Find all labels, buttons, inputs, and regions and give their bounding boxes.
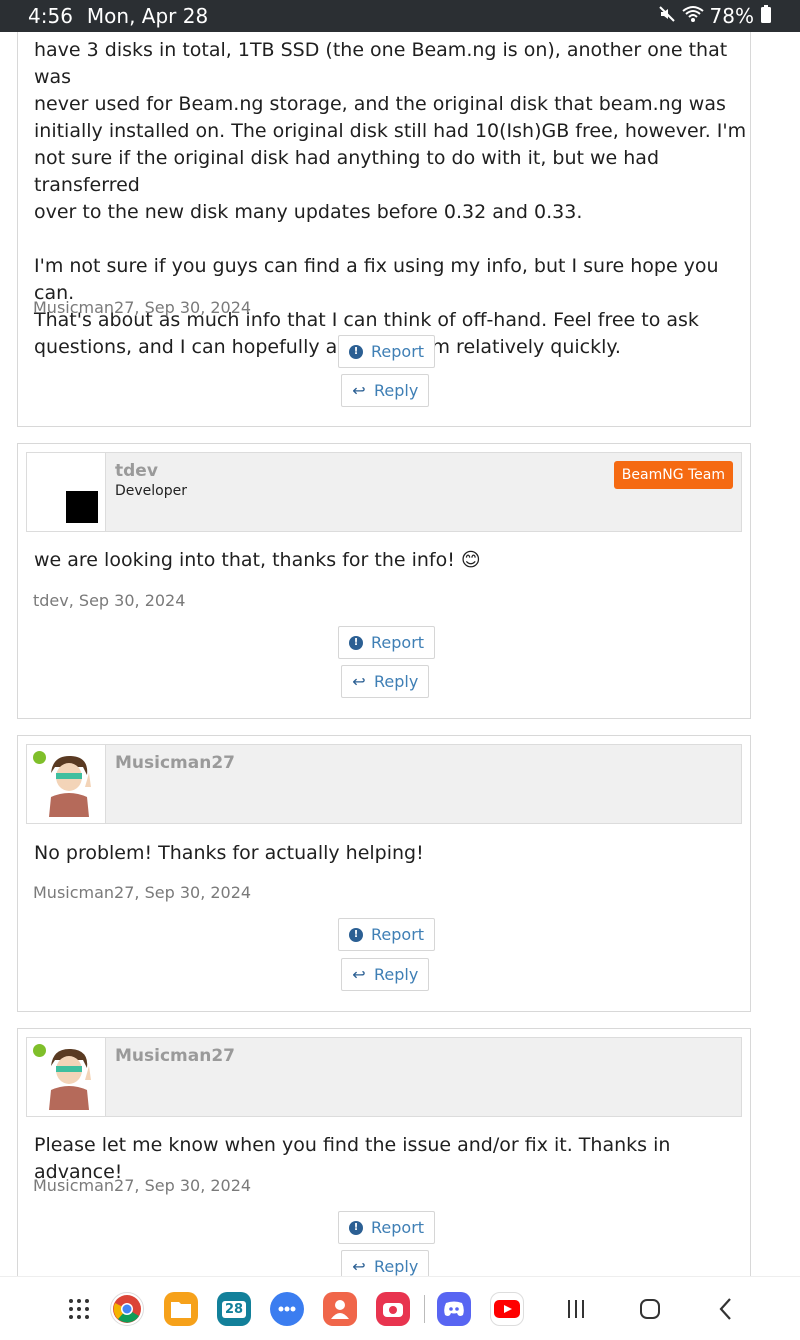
body-line: initially installed on. The original dis…: [34, 120, 747, 142]
post-body: we are looking into that, thanks for the…: [34, 549, 481, 571]
date: Mon, Apr 28: [86, 4, 209, 28]
navigation-bar: 28: [0, 1276, 800, 1340]
team-badge: BeamNG Team: [613, 461, 733, 489]
battery-percent: 78%: [709, 4, 754, 28]
recent-apps-icon[interactable]: [560, 1293, 592, 1325]
report-button[interactable]: ! Report: [338, 335, 436, 368]
reply-icon: ↩: [352, 1257, 366, 1276]
dock-divider: [424, 1295, 425, 1323]
wifi-icon: [681, 4, 704, 28]
post-meta[interactable]: tdev, Sep 30, 2024: [33, 591, 185, 610]
report-button[interactable]: ! Report: [338, 918, 436, 951]
reply-button[interactable]: ↩ Reply: [341, 1250, 430, 1276]
username[interactable]: Musicman27: [115, 1046, 235, 1066]
alert-icon: !: [349, 927, 363, 942]
calendar-day: 28: [221, 1300, 247, 1318]
post-body: No problem! Thanks for actually helping!: [34, 842, 424, 864]
calendar-icon[interactable]: 28: [217, 1292, 251, 1326]
body-line: never used for Beam.ng storage, and the …: [34, 93, 726, 115]
files-icon[interactable]: [164, 1292, 198, 1326]
report-label: Report: [371, 342, 425, 361]
avatar-image: [49, 755, 91, 817]
post-2: tdev Developer BeamNG Team we are lookin…: [17, 443, 751, 719]
body-line: over to the new disk many updates before…: [34, 201, 583, 223]
battery-icon: [760, 4, 772, 28]
reply-label: Reply: [374, 1257, 419, 1276]
home-icon[interactable]: [634, 1293, 666, 1325]
reply-button[interactable]: ↩ Reply: [341, 958, 430, 991]
post-1: have 3 disks in total, 1TB SSD (the one …: [17, 32, 751, 427]
post-meta[interactable]: Musicman27, Sep 30, 2024: [33, 298, 251, 317]
alert-icon: !: [349, 1220, 363, 1235]
reply-label: Reply: [374, 381, 419, 400]
post-meta[interactable]: Musicman27, Sep 30, 2024: [33, 883, 251, 902]
reply-button[interactable]: ↩ Reply: [341, 374, 430, 407]
username[interactable]: tdev: [115, 461, 158, 481]
status-bar: 4:56 Mon, Apr 28 78%: [0, 0, 800, 32]
username[interactable]: Musicman27: [115, 753, 235, 773]
reply-label: Reply: [374, 965, 419, 984]
post-meta[interactable]: Musicman27, Sep 30, 2024: [33, 1176, 251, 1195]
report-button[interactable]: ! Report: [338, 626, 436, 659]
report-label: Report: [371, 1218, 425, 1237]
post-header: tdev Developer BeamNG Team: [26, 452, 742, 532]
reply-icon: ↩: [352, 381, 366, 400]
report-label: Report: [371, 633, 425, 652]
chrome-icon[interactable]: [110, 1292, 144, 1326]
body-line: [34, 226, 750, 253]
alert-icon: !: [349, 344, 363, 359]
body-line: not sure if the original disk had anythi…: [34, 147, 660, 196]
reply-icon: ↩: [352, 672, 366, 691]
body-line: have 3 disks in total, 1TB SSD (the one …: [34, 39, 728, 88]
post-3: Musicman27 No problem! Thanks for actual…: [17, 735, 751, 1012]
reply-icon: ↩: [352, 965, 366, 984]
clock: 4:56: [28, 4, 73, 28]
mute-icon: [658, 4, 676, 28]
post-4: Musicman27 Please let me know when you f…: [17, 1028, 751, 1276]
report-button[interactable]: ! Report: [338, 1211, 436, 1244]
post-header: Musicman27: [26, 1037, 742, 1117]
avatar-image: [49, 1048, 91, 1110]
avatar[interactable]: [27, 745, 106, 823]
user-title: Developer: [115, 483, 188, 499]
report-label: Report: [371, 925, 425, 944]
messages-icon[interactable]: [270, 1292, 304, 1326]
forum-thread[interactable]: have 3 disks in total, 1TB SSD (the one …: [0, 32, 800, 1276]
avatar[interactable]: [27, 1038, 106, 1116]
contacts-icon[interactable]: [323, 1292, 357, 1326]
discord-icon[interactable]: [437, 1292, 471, 1326]
back-icon[interactable]: [710, 1293, 742, 1325]
avatar[interactable]: [27, 453, 106, 531]
youtube-icon[interactable]: [490, 1292, 524, 1326]
camera-icon[interactable]: [376, 1292, 410, 1326]
avatar-image: [66, 491, 98, 523]
post-header: Musicman27: [26, 744, 742, 824]
alert-icon: !: [349, 635, 363, 650]
reply-label: Reply: [374, 672, 419, 691]
app-drawer-icon[interactable]: [62, 1293, 96, 1325]
reply-button[interactable]: ↩ Reply: [341, 665, 430, 698]
status-icons: 78%: [658, 4, 772, 28]
